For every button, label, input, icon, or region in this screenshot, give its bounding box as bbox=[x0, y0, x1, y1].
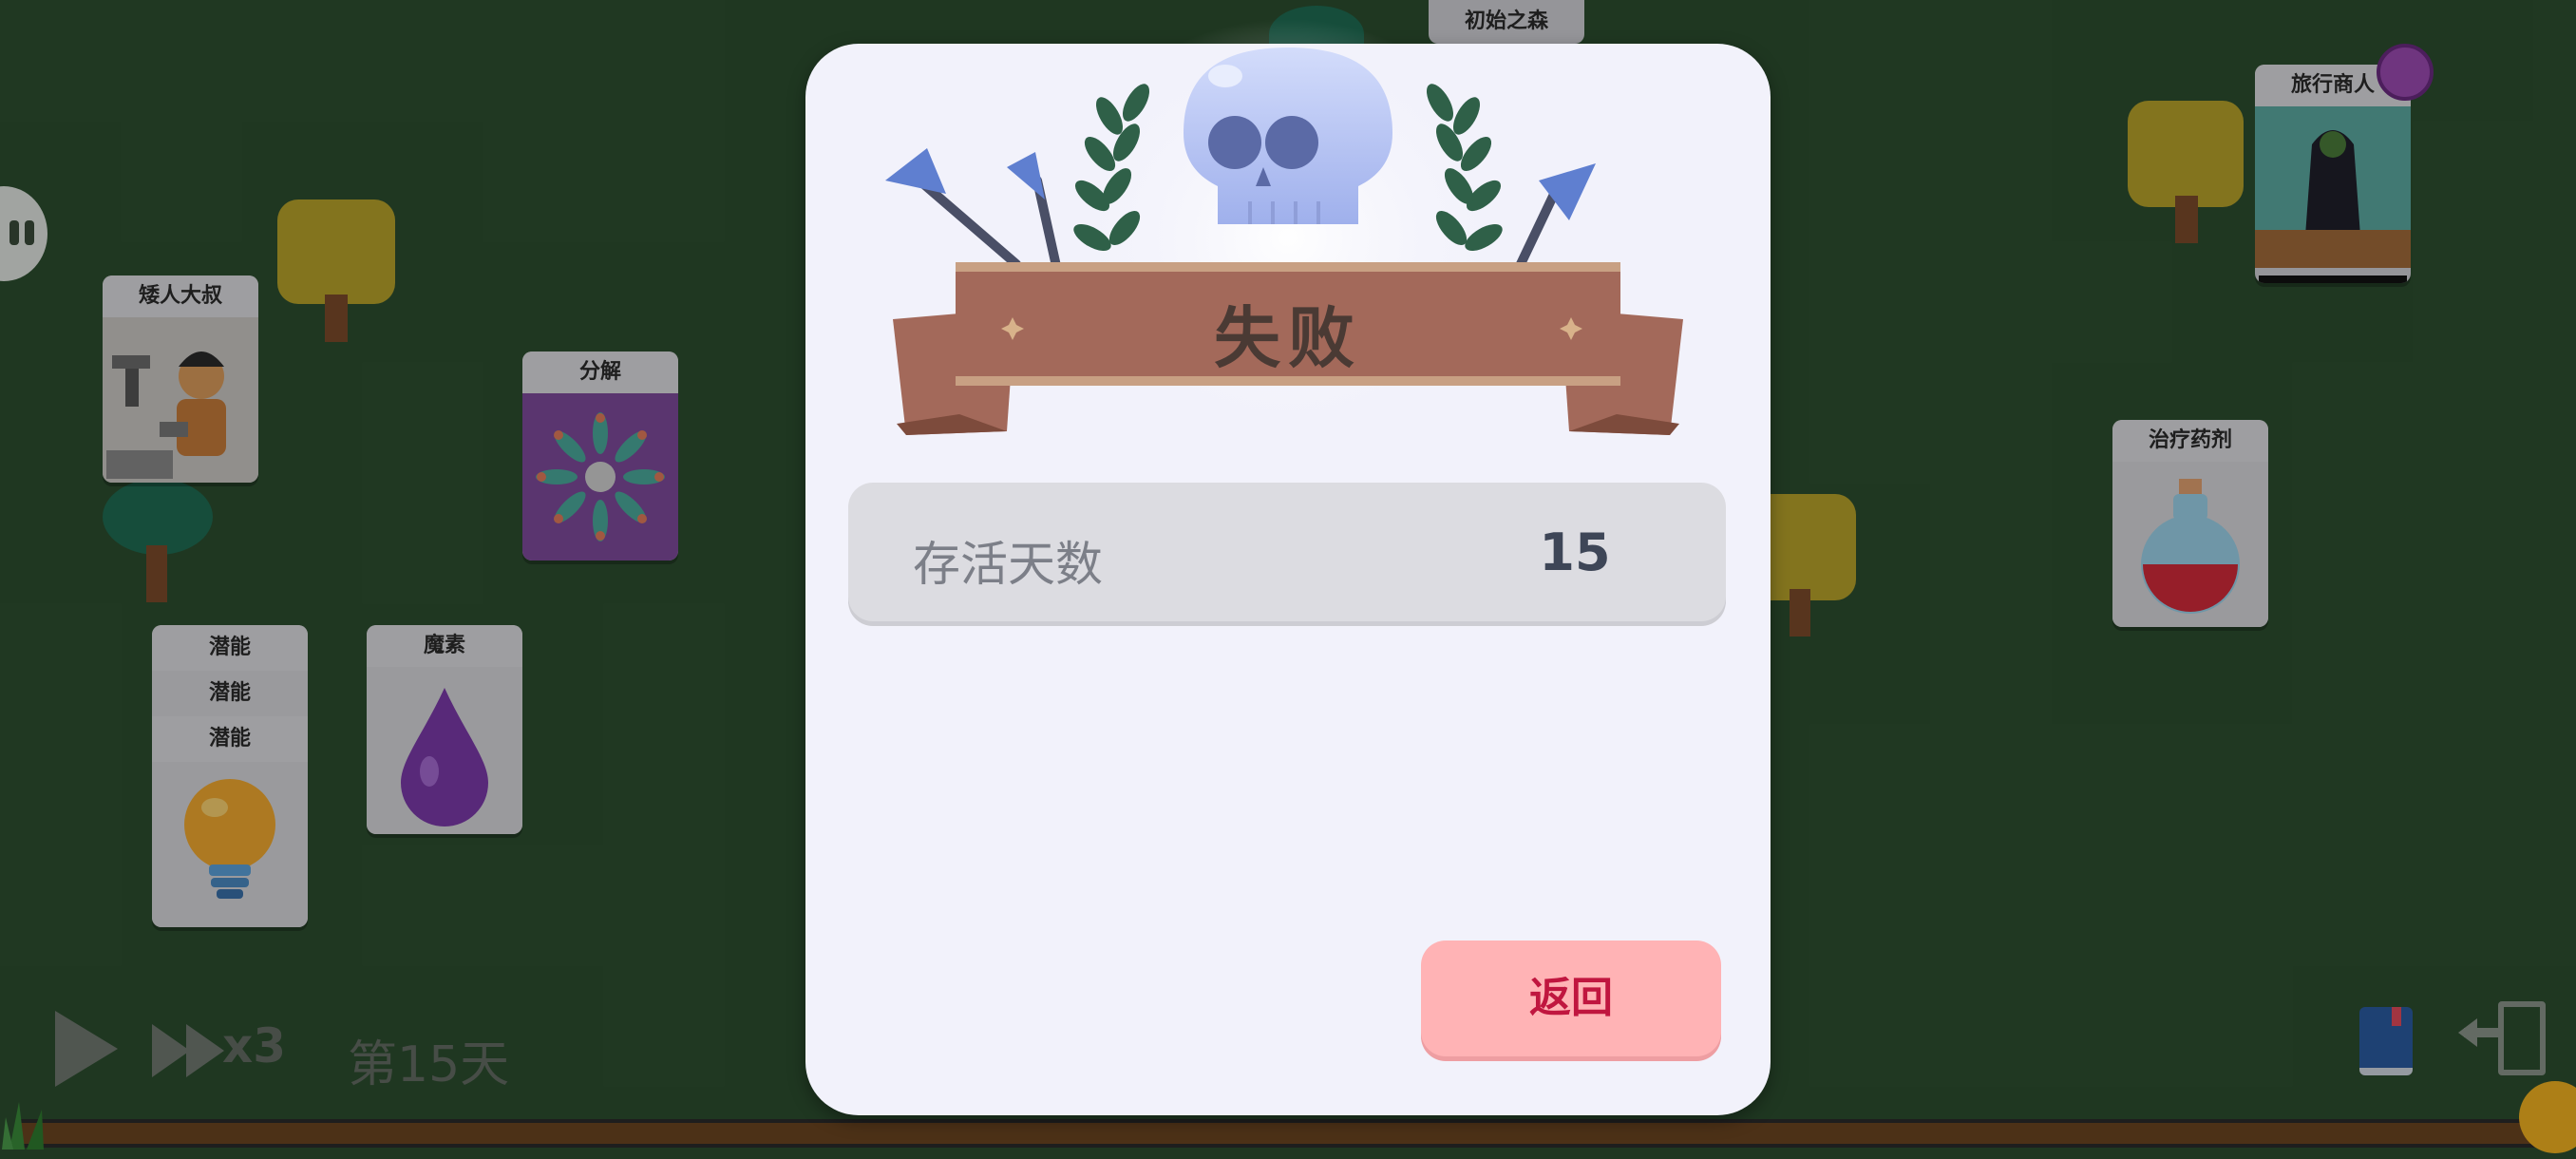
return-button[interactable]: 返回 bbox=[1421, 940, 1721, 1056]
stat-value: 15 bbox=[1539, 522, 1611, 582]
defeat-title: 失败 bbox=[1214, 299, 1362, 377]
survival-days-stat: 存活天数 15 bbox=[848, 483, 1726, 621]
defeat-emblem bbox=[885, 19, 1683, 456]
stat-label: 存活天数 bbox=[913, 537, 1103, 592]
game-stage: 初始之森 矮人大叔 分解 潜能 潜能 潜能 魔素 旅行商人 治疗药剂 x3 第1… bbox=[0, 0, 2576, 1159]
arrow-icon bbox=[915, 176, 1061, 271]
